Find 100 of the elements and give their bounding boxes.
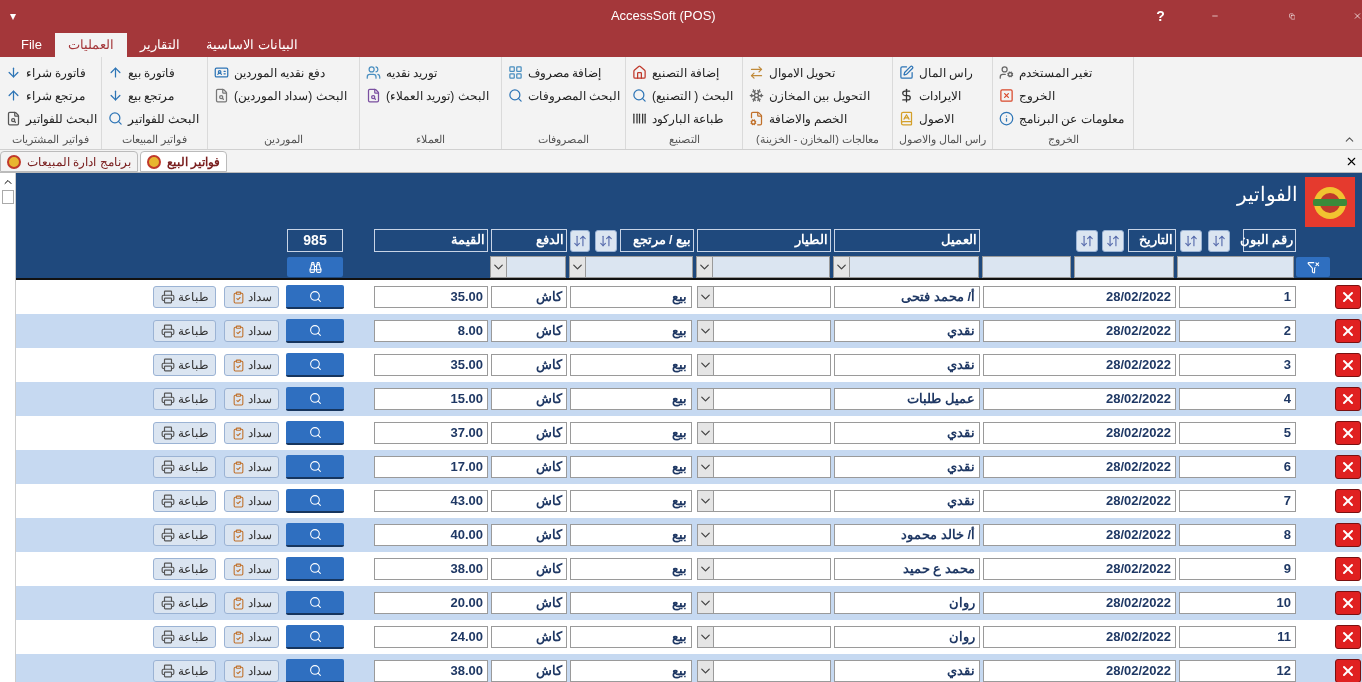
print-button[interactable]: طباعة xyxy=(153,626,216,648)
type-cell[interactable]: بيع xyxy=(570,422,692,444)
number-cell[interactable]: 4 xyxy=(1179,388,1296,410)
payment-cell[interactable]: كاش xyxy=(491,286,567,308)
print-button[interactable]: طباعة xyxy=(153,660,216,682)
document-tab[interactable]: برنامج ادارة المبيعات xyxy=(0,151,138,172)
view-button[interactable] xyxy=(286,557,344,581)
number-cell[interactable]: 8 xyxy=(1179,524,1296,546)
delete-button[interactable] xyxy=(1335,421,1361,445)
date-cell[interactable]: 28/02/2022 xyxy=(983,660,1176,682)
sort-button[interactable] xyxy=(570,229,590,252)
payment-cell[interactable]: كاش xyxy=(491,320,567,342)
ribbon-tab[interactable]: العمليات xyxy=(54,33,127,57)
help-button[interactable]: ? xyxy=(1150,5,1171,27)
type-cell[interactable]: بيع xyxy=(570,592,692,614)
pay-button[interactable]: سداد xyxy=(224,422,279,444)
delete-button[interactable] xyxy=(1335,557,1361,581)
print-button[interactable]: طباعة xyxy=(153,422,216,444)
customer-cell[interactable]: أ/ محمد فتحى xyxy=(834,286,980,308)
ribbon-command[interactable]: البحث للفواتير xyxy=(6,107,98,130)
customer-cell[interactable]: أ/ خالد محمود xyxy=(834,524,980,546)
value-cell[interactable]: 24.00 xyxy=(374,626,488,648)
ribbon-command[interactable]: مرتجع شراء xyxy=(6,84,86,107)
courier-dropdown[interactable] xyxy=(697,354,831,376)
payment-cell[interactable]: كاش xyxy=(491,660,567,682)
number-cell[interactable]: 2 xyxy=(1179,320,1296,342)
delete-button[interactable] xyxy=(1335,489,1361,513)
pay-button[interactable]: سداد xyxy=(224,626,279,648)
payment-cell[interactable]: كاش xyxy=(491,422,567,444)
ribbon-command[interactable]: إضافة مصروف xyxy=(508,61,602,84)
delete-button[interactable] xyxy=(1335,353,1361,377)
value-cell[interactable]: 43.00 xyxy=(374,490,488,512)
scrollbar-thumb[interactable] xyxy=(1,190,14,204)
ribbon-command[interactable]: راس المال xyxy=(899,61,974,84)
view-button[interactable] xyxy=(286,455,344,479)
date-cell[interactable]: 28/02/2022 xyxy=(983,320,1176,342)
type-cell[interactable]: بيع xyxy=(570,354,692,376)
sort-button[interactable] xyxy=(1208,229,1230,252)
scrollbar[interactable] xyxy=(0,173,16,682)
ribbon-command[interactable]: البحث للفواتير xyxy=(108,107,200,130)
view-button[interactable] xyxy=(286,591,344,615)
number-cell[interactable]: 6 xyxy=(1179,456,1296,478)
type-cell[interactable]: بيع xyxy=(570,558,692,580)
date-cell[interactable]: 28/02/2022 xyxy=(983,524,1176,546)
value-cell[interactable]: 35.00 xyxy=(374,354,488,376)
date-cell[interactable]: 28/02/2022 xyxy=(983,388,1176,410)
customer-cell[interactable]: نقدي xyxy=(834,320,980,342)
courier-dropdown[interactable] xyxy=(697,592,831,614)
view-button[interactable] xyxy=(286,659,344,682)
number-cell[interactable]: 10 xyxy=(1179,592,1296,614)
pay-button[interactable]: سداد xyxy=(224,388,279,410)
ribbon-command[interactable]: التحويل بين المخازن xyxy=(749,84,870,107)
payment-cell[interactable]: كاش xyxy=(491,490,567,512)
ribbon-command[interactable]: دفع نقديه الموردين xyxy=(214,61,325,84)
type-cell[interactable]: بيع xyxy=(570,286,692,308)
customer-cell[interactable]: نقدي xyxy=(834,422,980,444)
delete-button[interactable] xyxy=(1335,285,1361,309)
customer-cell[interactable]: نقدي xyxy=(834,490,980,512)
payment-cell[interactable]: كاش xyxy=(491,592,567,614)
customer-cell[interactable]: محمد ع حميد xyxy=(834,558,980,580)
ribbon-command[interactable]: تغير المستخدم xyxy=(999,61,1093,84)
ribbon-tab[interactable]: البيانات الاساسية xyxy=(192,33,311,57)
sort-button[interactable] xyxy=(1076,229,1098,252)
type-cell[interactable]: بيع xyxy=(570,660,692,682)
delete-button[interactable] xyxy=(1335,625,1361,649)
customer-cell[interactable]: عميل طلبات xyxy=(834,388,980,410)
print-button[interactable]: طباعة xyxy=(153,592,216,614)
view-button[interactable] xyxy=(286,285,344,309)
ribbon-command[interactable]: توريد نقديه xyxy=(366,61,438,84)
delete-button[interactable] xyxy=(1335,455,1361,479)
number-cell[interactable]: 3 xyxy=(1179,354,1296,376)
pay-button[interactable]: سداد xyxy=(224,490,279,512)
value-cell[interactable]: 8.00 xyxy=(374,320,488,342)
quick-access-menu[interactable]: ▾ xyxy=(0,7,26,25)
pay-button[interactable]: سداد xyxy=(224,286,279,308)
date-cell[interactable]: 28/02/2022 xyxy=(983,286,1176,308)
number-cell[interactable]: 12 xyxy=(1179,660,1296,682)
view-button[interactable] xyxy=(286,319,344,343)
payment-cell[interactable]: كاش xyxy=(491,456,567,478)
courier-dropdown[interactable] xyxy=(697,524,831,546)
value-cell[interactable]: 38.00 xyxy=(374,558,488,580)
close-icon[interactable] xyxy=(1345,155,1358,168)
sort-button[interactable] xyxy=(1102,229,1124,252)
ribbon-command[interactable]: مرتجع بيع xyxy=(108,84,175,107)
print-button[interactable]: طباعة xyxy=(153,354,216,376)
view-button[interactable] xyxy=(286,523,344,547)
date-cell[interactable]: 28/02/2022 xyxy=(983,490,1176,512)
pay-button[interactable]: سداد xyxy=(224,354,279,376)
date-cell[interactable]: 28/02/2022 xyxy=(983,558,1176,580)
type-cell[interactable]: بيع xyxy=(570,524,692,546)
value-cell[interactable]: 35.00 xyxy=(374,286,488,308)
courier-dropdown[interactable] xyxy=(697,388,831,410)
ribbon-command[interactable]: البحث ( التصنيع) xyxy=(632,84,733,107)
delete-button[interactable] xyxy=(1335,591,1361,615)
view-button[interactable] xyxy=(286,421,344,445)
value-cell[interactable]: 17.00 xyxy=(374,456,488,478)
ribbon-command[interactable]: الاصول xyxy=(899,107,954,130)
document-tab[interactable]: فواتير البيع xyxy=(139,151,227,172)
value-cell[interactable]: 40.00 xyxy=(374,524,488,546)
type-cell[interactable]: بيع xyxy=(570,456,692,478)
